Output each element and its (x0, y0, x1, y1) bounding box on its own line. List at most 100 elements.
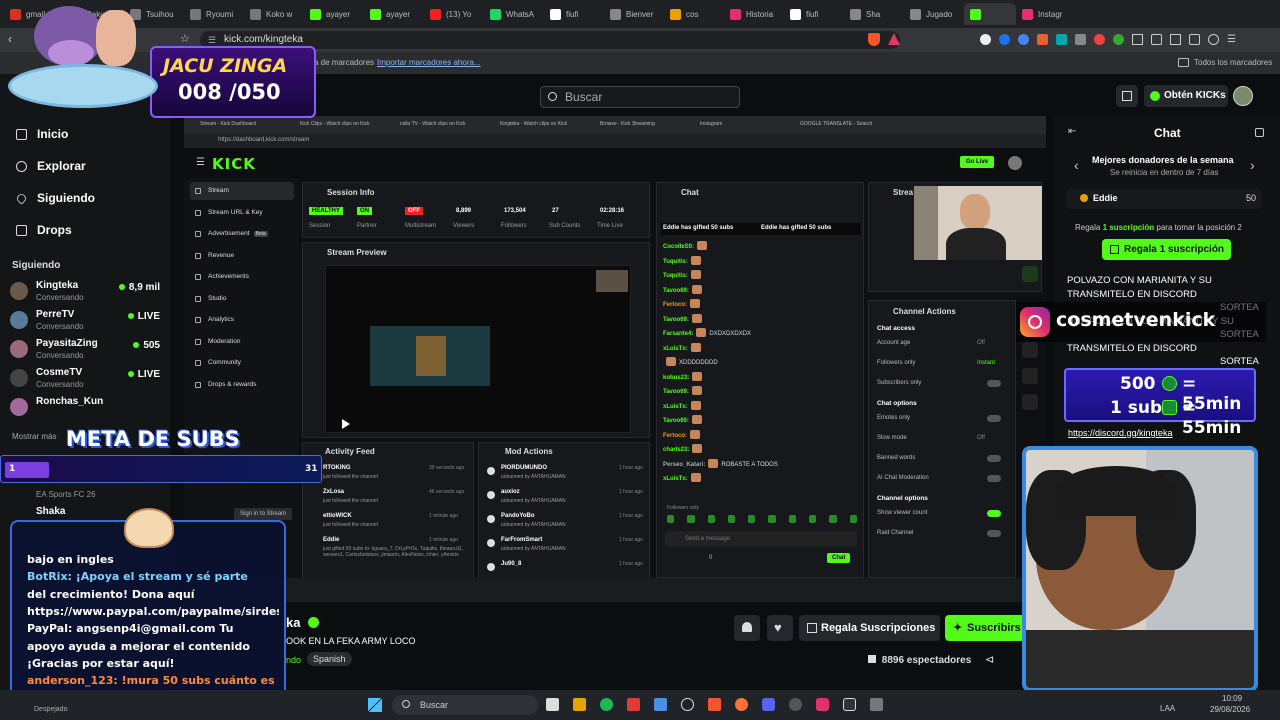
discord-link[interactable]: https://discord.gg/kingteka (1068, 428, 1173, 438)
bookmark-star-icon[interactable]: ☆ (180, 32, 190, 45)
user-avatar[interactable] (1233, 86, 1253, 106)
app-icon[interactable] (546, 698, 559, 711)
notifications-button[interactable] (734, 615, 760, 641)
clock-date[interactable]: 29/08/2026 (1210, 705, 1250, 714)
taskbar-search[interactable]: Buscar (392, 695, 538, 715)
tab-favicon-icon (730, 8, 741, 20)
app-icon[interactable] (762, 698, 775, 711)
follow-shaka[interactable]: Shaka (36, 506, 65, 517)
app-icon[interactable] (600, 698, 613, 711)
gift-one-sub-button[interactable]: Regala 1 suscripción (1102, 239, 1231, 260)
tab-favicon-icon (910, 8, 921, 20)
gift-subs-button[interactable]: Regala Suscripciones (799, 615, 940, 641)
nav-item-drops[interactable]: Drops (16, 223, 72, 237)
browser-tab[interactable]: (13) Yo (424, 3, 484, 25)
following-item[interactable]: PayasitaZing Conversando 505 (10, 336, 160, 364)
language-indicator[interactable]: LAA (1160, 704, 1175, 713)
channel-name-text: ka (286, 615, 301, 630)
wallet-button[interactable] (1116, 85, 1138, 107)
share-icon[interactable] (1151, 34, 1162, 45)
nav-item-explorar[interactable]: Explorar (16, 159, 86, 173)
app-icon[interactable] (870, 698, 883, 711)
browser-tab[interactable]: WhatsA (484, 3, 544, 25)
show-more-link[interactable]: Mostrar más (12, 432, 56, 441)
tab-favicon-icon (310, 8, 321, 20)
browser-tab[interactable]: Sha (844, 3, 904, 25)
nav-item-inicio[interactable]: Inicio (16, 127, 68, 141)
app-icon[interactable] (573, 698, 586, 711)
browser-tab[interactable] (964, 3, 1016, 25)
extension-icon[interactable] (1075, 34, 1086, 45)
puzzle-icon[interactable] (1132, 34, 1143, 45)
menu-icon[interactable]: ☰ (1227, 34, 1236, 45)
extension-icon[interactable] (1018, 34, 1029, 45)
channel-action-label: Raid Channel (877, 530, 914, 536)
browser-tab[interactable]: fiufi (784, 3, 844, 25)
app-icon[interactable] (627, 698, 640, 711)
tab-favicon-icon (190, 8, 201, 20)
start-icon[interactable] (368, 698, 382, 712)
search-input[interactable]: Buscar (540, 86, 740, 108)
clock-time[interactable]: 10:09 (1222, 694, 1242, 703)
stream-category[interactable]: ndo (286, 655, 301, 665)
next-arrow-icon[interactable]: › (1250, 157, 1255, 173)
brave-shield-icon[interactable] (868, 33, 880, 46)
share-icon[interactable]: ⊲ (985, 653, 994, 666)
language-tag[interactable]: Spanish (307, 652, 352, 666)
bot-chat-line: del crecimiento! Dona aquí (27, 587, 195, 601)
following-category: Conversando (36, 351, 84, 360)
app-icon[interactable] (681, 698, 694, 711)
mod-avatar (487, 491, 495, 499)
browser-tab[interactable]: Ryoumi (184, 3, 244, 25)
following-item[interactable]: Ronchas_Kun (10, 394, 160, 422)
wallet-icon[interactable] (1189, 34, 1200, 45)
browser-tab[interactable]: ayayer (304, 3, 364, 25)
inner-emote-row (667, 515, 857, 525)
subscribe-button[interactable]: ✦ Suscribirs (945, 615, 1025, 641)
import-bookmarks-link[interactable]: Importar marcadores ahora... (377, 58, 481, 67)
following-item[interactable]: Kingteka Conversando 8,9 mil (10, 278, 160, 306)
extension-icon[interactable] (1037, 34, 1048, 45)
browser-tab[interactable]: Historia (724, 3, 784, 25)
browser-tab[interactable]: Instagr (1016, 3, 1076, 25)
following-item[interactable]: PerreTV Conversando LIVE (10, 307, 160, 335)
prev-arrow-icon[interactable]: ‹ (1074, 157, 1079, 173)
inner-tab: Kingteka - Watch clips on Kick (500, 121, 568, 127)
following-item[interactable]: CosmeTV Conversando LIVE (10, 365, 160, 393)
collapse-chat-icon[interactable]: ⇤ (1068, 126, 1076, 137)
app-icon[interactable] (816, 698, 829, 711)
extension-icon[interactable] (1113, 34, 1124, 45)
extension-icon[interactable] (1056, 34, 1067, 45)
chat-message-line: TRANSMITELO EN DISCORD (1067, 288, 1197, 300)
play-icon[interactable] (342, 419, 350, 429)
browser-tab[interactable]: fiufi (544, 3, 604, 25)
browser-tab[interactable]: Bienver (604, 3, 664, 25)
browser-tab[interactable]: ayayer (364, 3, 424, 25)
app-icon[interactable] (735, 698, 748, 711)
app-icon[interactable] (789, 698, 802, 711)
extension-icon[interactable] (1094, 34, 1105, 45)
browser-tab[interactable]: cos (664, 3, 724, 25)
channel-name[interactable]: ka (286, 615, 320, 630)
sidebar-icon[interactable] (1170, 34, 1181, 45)
inner-chat-emote (666, 357, 676, 366)
follow-button[interactable]: ♥ (767, 615, 793, 641)
app-icon[interactable] (654, 698, 667, 711)
browser-tab[interactable]: Koko w (244, 3, 304, 25)
inner-menu-icon: ☰ (196, 157, 205, 168)
inner-tab: Instagram (700, 121, 723, 127)
app-icon[interactable] (708, 698, 721, 711)
browser-tab[interactable]: Jugado (904, 3, 964, 25)
get-kicks-button[interactable]: Obtén KICKs (1144, 85, 1228, 107)
brave-rewards-icon[interactable] (888, 33, 900, 45)
chat-settings-icon[interactable] (1255, 128, 1264, 137)
inner-taskbar (184, 578, 1046, 602)
extension-icon[interactable] (980, 34, 991, 45)
nav-item-siguiendo[interactable]: Siguiendo (15, 191, 95, 205)
app-icon[interactable] (843, 698, 856, 711)
viewer-count-text: 8896 espectadores (881, 655, 972, 666)
all-bookmarks-link[interactable]: Todos los marcadores (1194, 58, 1272, 67)
gift-prompt-post: para tomar la posición 2 (1156, 223, 1242, 232)
extension-icon[interactable] (999, 34, 1010, 45)
vpn-icon[interactable] (1208, 34, 1219, 45)
